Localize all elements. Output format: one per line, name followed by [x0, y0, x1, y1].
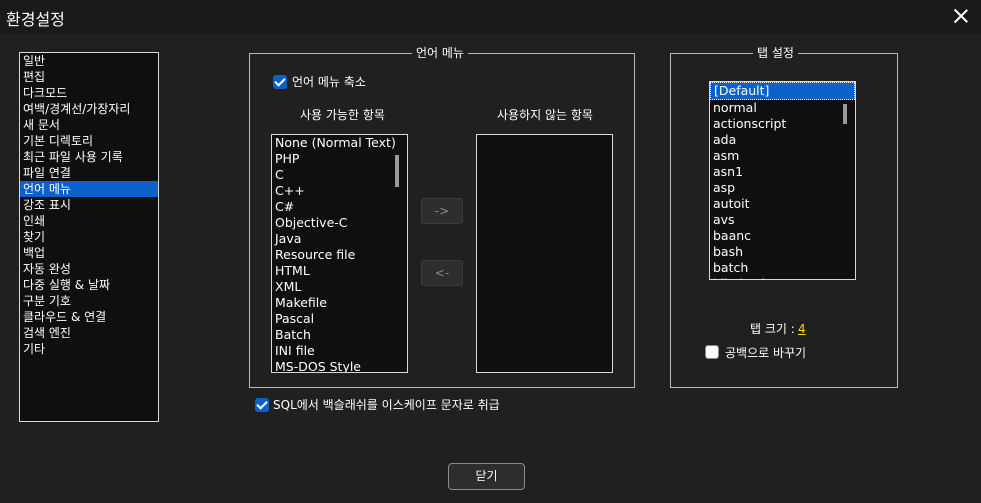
available-language-item[interactable]: C	[272, 167, 407, 183]
unused-languages-list[interactable]	[476, 134, 613, 373]
tab-language-list[interactable]: [Default] normal actionscript ada asm asn1 asp…	[709, 81, 856, 280]
available-language-item[interactable]: None (Normal Text)	[272, 135, 407, 151]
category-item[interactable]: 자동 완성	[20, 261, 158, 277]
tab-language-item[interactable]: asn1	[710, 164, 855, 180]
tab-size-value[interactable]: 4	[798, 321, 806, 337]
tab-language-item[interactable]: asp	[710, 180, 855, 196]
tab-language-item[interactable]: normal	[710, 100, 855, 116]
category-item[interactable]: 다크모드	[20, 85, 158, 101]
tab-language-item[interactable]: batch	[710, 260, 855, 276]
category-item[interactable]: 검색 엔진	[20, 325, 158, 341]
available-language-item[interactable]: INI file	[272, 343, 407, 359]
available-language-item[interactable]: C#	[272, 199, 407, 215]
category-item[interactable]: 언어 메뉴	[20, 181, 158, 197]
available-languages-list[interactable]: None (Normal Text) PHP C C++ C# Objective-C Ja…	[271, 134, 408, 373]
available-language-item[interactable]: MS-DOS Style	[272, 359, 407, 372]
category-list[interactable]: 일반 편집 다크모드 여백/경계선/가장자리 새 문서 기본 디렉토리 최근 파일 사용 기…	[19, 52, 159, 422]
available-language-item[interactable]: Java	[272, 231, 407, 247]
tab-language-item[interactable]: bash	[710, 244, 855, 260]
tab-settings-group-label: 탭 설정	[753, 45, 798, 61]
category-item[interactable]: 찾기	[20, 229, 158, 245]
category-item[interactable]: 편집	[20, 69, 158, 85]
category-item[interactable]: 일반	[20, 53, 158, 69]
sql-escape-label: SQL에서 백슬래쉬를 이스케이프 문자로 취급	[273, 398, 500, 412]
category-item[interactable]: 여백/경계선/가장자리	[20, 101, 158, 117]
available-language-item[interactable]: PHP	[272, 151, 407, 167]
scrollbar-thumb[interactable]	[395, 155, 399, 187]
category-item[interactable]: 기본 디렉토리	[20, 133, 158, 149]
language-menu-group-label: 언어 메뉴	[412, 45, 468, 61]
tab-language-item[interactable]: autoit	[710, 196, 855, 212]
category-item[interactable]: 다중 실행 & 날짜	[20, 277, 158, 293]
available-language-item[interactable]: Pascal	[272, 311, 407, 327]
compact-language-menu-label: 언어 메뉴 축소	[292, 75, 366, 89]
available-language-item[interactable]: C++	[272, 183, 407, 199]
category-item[interactable]: 파일 연결	[20, 165, 158, 181]
available-language-item[interactable]: HTML	[272, 263, 407, 279]
tab-language-item[interactable]: baanc	[710, 228, 855, 244]
category-item[interactable]: 인쇄	[20, 213, 158, 229]
scrollbar-thumb[interactable]	[843, 104, 847, 124]
available-language-item[interactable]: Makefile	[272, 295, 407, 311]
available-language-item[interactable]: Batch	[272, 327, 407, 343]
category-item[interactable]: 구분 기호	[20, 293, 158, 309]
tab-language-item[interactable]: blitzbasic	[710, 276, 855, 279]
replace-with-spaces-checkbox[interactable]	[705, 345, 719, 359]
replace-with-spaces-label: 공백으로 바꾸기	[725, 346, 807, 360]
sql-escape-checkbox[interactable]	[255, 398, 269, 412]
tab-language-item[interactable]: [Default]	[710, 82, 855, 100]
category-item[interactable]: 최근 파일 사용 기록	[20, 149, 158, 165]
close-icon[interactable]	[947, 2, 975, 30]
unused-items-header: 사용하지 않는 항목	[497, 108, 593, 122]
tab-language-item[interactable]: actionscript	[710, 116, 855, 132]
tab-size-label: 탭 크기 :	[750, 322, 795, 336]
category-item[interactable]: 백업	[20, 245, 158, 261]
move-left-button[interactable]: <-	[421, 260, 463, 286]
title-bar: 환경설정	[0, 0, 981, 34]
category-item[interactable]: 새 문서	[20, 117, 158, 133]
window-title: 환경설정	[6, 10, 65, 29]
available-language-item[interactable]: Resource file	[272, 247, 407, 263]
category-item[interactable]: 기타	[20, 341, 158, 357]
tab-language-item[interactable]: asm	[710, 148, 855, 164]
category-item[interactable]: 강조 표시	[20, 197, 158, 213]
close-button[interactable]: 닫기	[448, 463, 525, 490]
category-item[interactable]: 클라우드 & 연결	[20, 309, 158, 325]
available-items-header: 사용 가능한 항목	[300, 108, 385, 122]
available-language-item[interactable]: Objective-C	[272, 215, 407, 231]
available-language-item[interactable]: XML	[272, 279, 407, 295]
tab-language-item[interactable]: avs	[710, 212, 855, 228]
compact-language-menu-checkbox[interactable]	[273, 75, 287, 89]
tab-language-item[interactable]: ada	[710, 132, 855, 148]
move-right-button[interactable]: ->	[421, 198, 463, 224]
